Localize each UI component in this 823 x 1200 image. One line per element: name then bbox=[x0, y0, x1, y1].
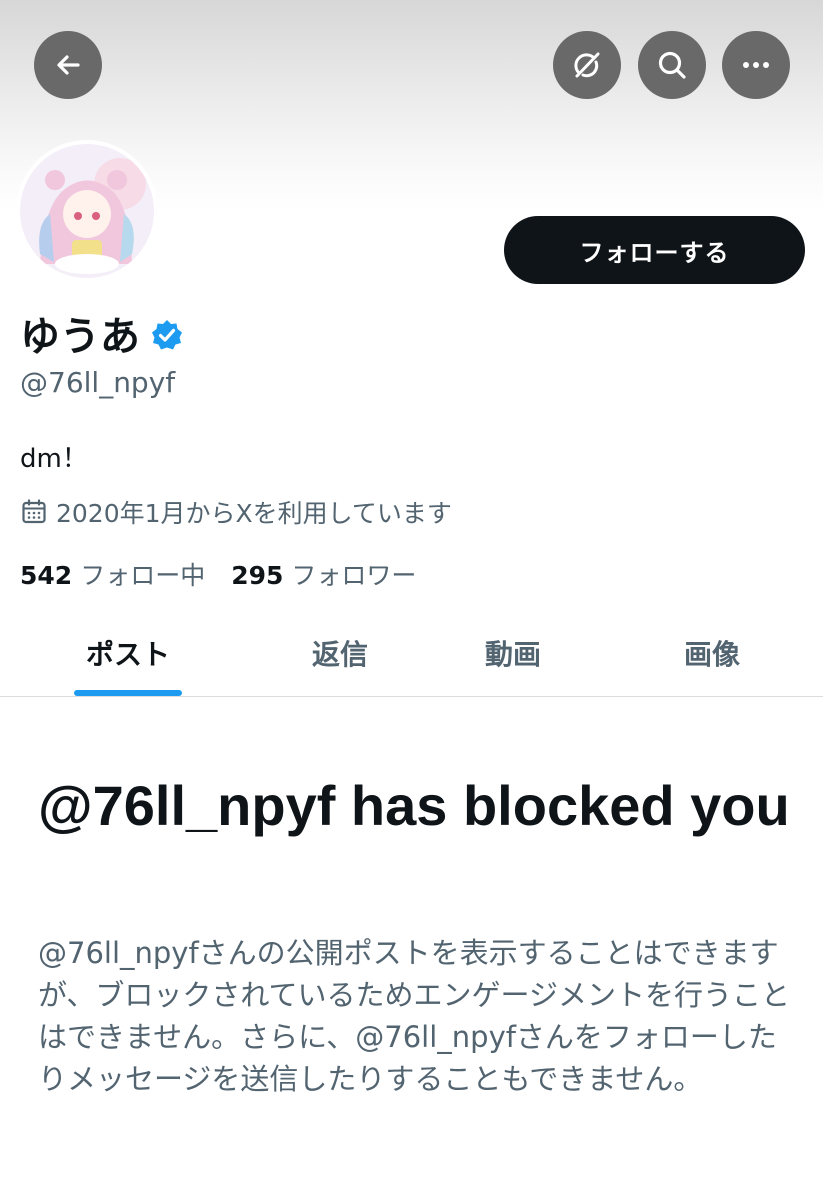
followers-label: フォロワー bbox=[291, 561, 417, 590]
avatar[interactable] bbox=[16, 140, 158, 282]
following-count: 542 bbox=[20, 561, 73, 590]
verified-badge-icon bbox=[152, 320, 182, 350]
tab-posts[interactable]: ポスト bbox=[52, 610, 204, 696]
followers-count: 295 bbox=[231, 561, 284, 590]
more-button[interactable] bbox=[722, 31, 790, 99]
blocked-description: @76ll_npyfさんの公開ポストを表示することはできますが、ブロックされてい… bbox=[38, 936, 790, 1096]
profile-bio: dm！ bbox=[20, 444, 88, 474]
following-label: フォロー中 bbox=[80, 561, 206, 590]
follow-button[interactable]: フォローする bbox=[504, 216, 805, 284]
followers-stat[interactable]: 295 フォロワー bbox=[231, 556, 416, 592]
back-button[interactable] bbox=[34, 31, 102, 99]
arrow-left-icon bbox=[57, 55, 80, 75]
following-stat[interactable]: 542 フォロー中 bbox=[20, 556, 205, 592]
tab-images[interactable]: 画像 bbox=[636, 610, 788, 696]
joined-text: 2020年1月からXを利用しています bbox=[56, 499, 452, 528]
calendar-icon bbox=[22, 499, 46, 524]
avatar-image bbox=[20, 144, 154, 278]
profile-tabs: ポスト 返信 動画 画像 bbox=[0, 610, 823, 697]
tab-videos[interactable]: 動画 bbox=[437, 610, 589, 696]
ellipsis-icon bbox=[743, 62, 769, 68]
search-icon bbox=[658, 51, 686, 79]
search-button[interactable] bbox=[638, 31, 706, 99]
name-row: ゆうあ bbox=[20, 304, 184, 362]
tab-replies[interactable]: 返信 bbox=[264, 610, 416, 696]
display-name: ゆうあ bbox=[20, 314, 140, 360]
follow-stats: 542 フォロー中 295 フォロワー bbox=[20, 556, 442, 592]
active-tab-indicator bbox=[74, 690, 182, 696]
slash-circle-icon bbox=[574, 52, 600, 78]
grok-button[interactable] bbox=[553, 31, 621, 99]
joined-date: 2020年1月からXを利用しています bbox=[20, 494, 452, 530]
profile-handle: @76ll_npyf bbox=[20, 366, 176, 399]
blocked-title: @76ll_npyf has blocked you bbox=[38, 774, 790, 837]
